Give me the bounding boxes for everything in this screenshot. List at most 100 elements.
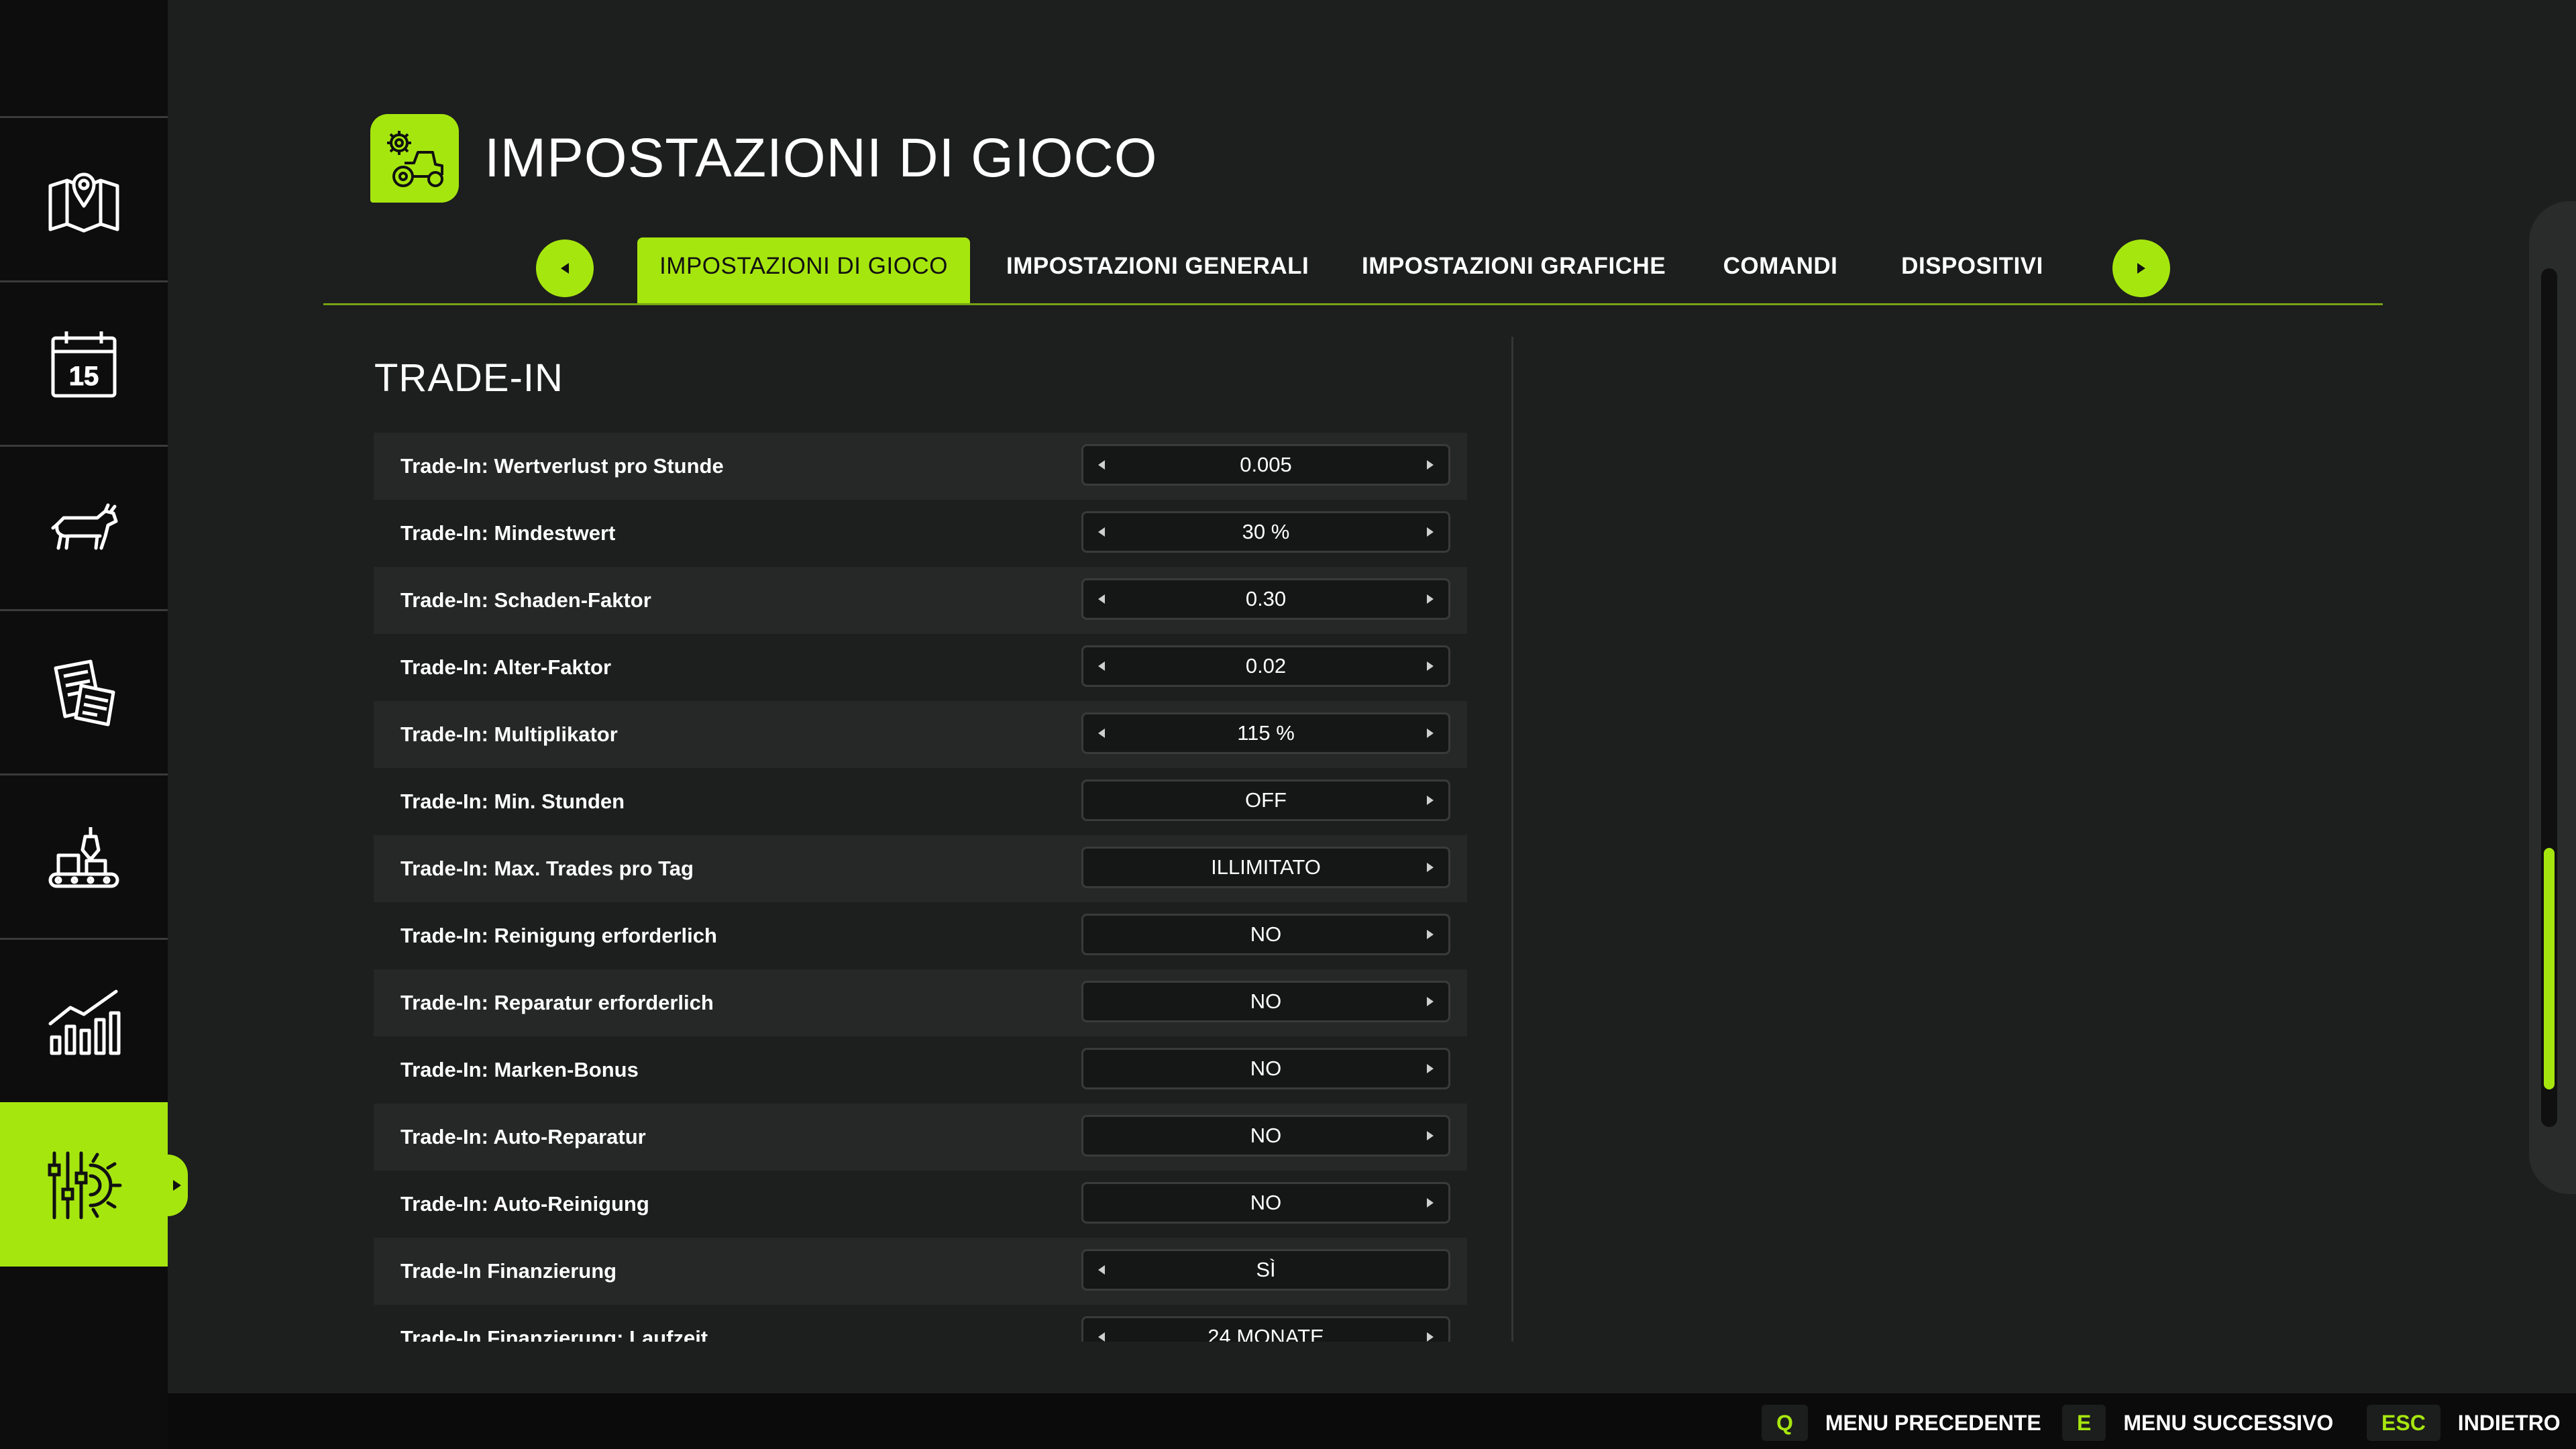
- setting-row[interactable]: Trade-In: Auto-Reparatur NO: [374, 1104, 1467, 1171]
- setting-label: Trade-In: Reinigung erforderlich: [400, 924, 717, 947]
- setting-selector[interactable]: 30 %: [1081, 511, 1450, 553]
- tab-game-settings[interactable]: IMPOSTAZIONI DI GIOCO: [637, 237, 970, 303]
- setting-label: Trade-In: Min. Stunden: [400, 790, 625, 813]
- setting-row[interactable]: Trade-In: Multiplikator 115 %: [374, 701, 1467, 768]
- arrow-right-icon: [2137, 263, 2145, 274]
- setting-label: Trade-In: Marken-Bonus: [400, 1058, 639, 1081]
- arrow-right-icon[interactable]: [1427, 796, 1434, 805]
- setting-value: ILLIMITATO: [1211, 855, 1321, 879]
- setting-value: NO: [1250, 1124, 1282, 1147]
- setting-selector[interactable]: 115 %: [1081, 712, 1450, 754]
- setting-selector[interactable]: NO: [1081, 1182, 1450, 1224]
- setting-row[interactable]: Trade-In: Mindestwert 30 %: [374, 500, 1467, 567]
- sidebar-item-animals[interactable]: [0, 445, 168, 609]
- setting-row[interactable]: Trade-In: Min. Stunden OFF: [374, 768, 1467, 835]
- setting-value: 0.005: [1240, 453, 1292, 476]
- setting-value: 115 %: [1237, 721, 1295, 745]
- sidebar-item-production[interactable]: [0, 773, 168, 938]
- arrow-right-icon[interactable]: [1427, 1131, 1434, 1140]
- arrow-left-icon[interactable]: [1098, 527, 1105, 537]
- tab-devices[interactable]: DISPOSITIVI: [1900, 237, 2045, 303]
- tab-prev-button[interactable]: [536, 239, 594, 297]
- arrow-right-icon[interactable]: [1427, 661, 1434, 671]
- setting-value: 24 MONATE: [1208, 1325, 1324, 1342]
- panel-divider: [1511, 337, 1513, 1342]
- hint-next-menu[interactable]: E MENU SUCCESSIVO: [2062, 1405, 2333, 1441]
- setting-row[interactable]: Trade-In: Alter-Faktor 0.02: [374, 634, 1467, 701]
- arrow-right-icon[interactable]: [1427, 1064, 1434, 1073]
- scrollbar-thumb[interactable]: [2544, 848, 2555, 1089]
- hint-prev-menu[interactable]: Q MENU PRECEDENTE: [1762, 1405, 2041, 1441]
- setting-label: Trade-In: Wertverlust pro Stunde: [400, 454, 724, 478]
- setting-row[interactable]: Trade-In: Marken-Bonus NO: [374, 1036, 1467, 1104]
- sidebar-item-contracts[interactable]: [0, 609, 168, 773]
- setting-label: Trade-In: Schaden-Faktor: [400, 588, 651, 612]
- setting-label: Trade-In: Auto-Reinigung: [400, 1192, 649, 1216]
- page-title: IMPOSTAZIONI DI GIOCO: [484, 127, 1158, 189]
- tab-graphics-settings[interactable]: IMPOSTAZIONI GRAFICHE: [1362, 237, 1666, 303]
- arrow-left-icon[interactable]: [1098, 661, 1105, 671]
- setting-label: Trade-In: Auto-Reparatur: [400, 1125, 646, 1148]
- contracts-icon: [54, 659, 115, 727]
- sidebar-item-statistics[interactable]: [0, 938, 168, 1102]
- arrow-right-icon[interactable]: [1427, 1198, 1434, 1208]
- sidebar-item-map[interactable]: [0, 116, 168, 280]
- setting-selector[interactable]: 0.30: [1081, 578, 1450, 620]
- setting-value: NO: [1250, 989, 1282, 1013]
- setting-selector[interactable]: 24 MONATE: [1081, 1316, 1450, 1342]
- setting-selector[interactable]: 0.005: [1081, 444, 1450, 486]
- setting-row[interactable]: Trade-In Finanzierung SÌ: [374, 1238, 1467, 1305]
- setting-row[interactable]: Trade-In: Reinigung erforderlich NO: [374, 902, 1467, 969]
- arrow-left-icon[interactable]: [1098, 460, 1105, 470]
- setting-selector[interactable]: NO: [1081, 1048, 1450, 1089]
- tab-general-settings[interactable]: IMPOSTAZIONI GENERALI: [1006, 237, 1309, 303]
- arrow-right-icon[interactable]: [1427, 594, 1434, 604]
- production-icon: [48, 827, 119, 888]
- arrow-left-icon[interactable]: [1098, 729, 1105, 738]
- setting-selector[interactable]: SÌ: [1081, 1249, 1450, 1291]
- setting-selector[interactable]: NO: [1081, 981, 1450, 1022]
- arrow-left-icon[interactable]: [1098, 594, 1105, 604]
- setting-row[interactable]: Trade-In: Auto-Reinigung NO: [374, 1171, 1467, 1238]
- setting-row[interactable]: Trade-In: Wertverlust pro Stunde 0.005: [374, 433, 1467, 500]
- key-badge: ESC: [2367, 1405, 2440, 1441]
- settings-list: Trade-In: Wertverlust pro Stunde 0.005 T…: [374, 433, 1467, 1342]
- setting-row[interactable]: Trade-In: Reparatur erforderlich NO: [374, 969, 1467, 1036]
- sidebar-item-settings[interactable]: [0, 1102, 188, 1267]
- setting-row[interactable]: Trade-In: Schaden-Faktor 0.30: [374, 567, 1467, 634]
- setting-selector[interactable]: 0.02: [1081, 645, 1450, 687]
- arrow-right-icon[interactable]: [1427, 863, 1434, 872]
- statistics-icon: [48, 989, 121, 1055]
- arrow-right-icon[interactable]: [1427, 527, 1434, 537]
- setting-selector[interactable]: OFF: [1081, 780, 1450, 821]
- arrow-right-icon[interactable]: [1427, 729, 1434, 738]
- active-indicator: [168, 1155, 188, 1216]
- hint-back[interactable]: ESC INDIETRO: [2367, 1405, 2561, 1441]
- sidebar-item-calendar[interactable]: 15: [0, 280, 168, 445]
- setting-value: 0.02: [1245, 654, 1287, 678]
- tab-controls[interactable]: COMANDI: [1721, 237, 1839, 303]
- page-icon: [370, 114, 459, 203]
- setting-value: 0.30: [1245, 587, 1287, 610]
- tab-next-button[interactable]: [2112, 239, 2170, 297]
- arrow-left-icon[interactable]: [1098, 1265, 1105, 1275]
- setting-value: NO: [1250, 1057, 1282, 1080]
- settings-icon: [48, 1151, 122, 1220]
- calendar-day-label: 15: [69, 362, 99, 391]
- setting-label: Trade-In: Alter-Faktor: [400, 655, 612, 679]
- setting-label: Trade-In: Reparatur erforderlich: [400, 991, 714, 1014]
- setting-value: NO: [1250, 1191, 1282, 1214]
- setting-selector[interactable]: NO: [1081, 1115, 1450, 1157]
- key-badge: Q: [1762, 1405, 1808, 1441]
- setting-label: Trade-In Finanzierung: Laufzeit: [400, 1326, 708, 1342]
- arrow-right-icon[interactable]: [1427, 460, 1434, 470]
- arrow-left-icon[interactable]: [1098, 1332, 1105, 1342]
- setting-row[interactable]: Trade-In: Max. Trades pro Tag ILLIMITATO: [374, 835, 1467, 902]
- arrow-right-icon[interactable]: [1427, 1332, 1434, 1342]
- setting-selector[interactable]: ILLIMITATO: [1081, 847, 1450, 888]
- arrow-right-icon[interactable]: [1427, 997, 1434, 1006]
- setting-value: OFF: [1245, 788, 1287, 812]
- setting-row[interactable]: Trade-In Finanzierung: Laufzeit 24 MONAT…: [374, 1305, 1467, 1342]
- arrow-right-icon[interactable]: [1427, 930, 1434, 939]
- setting-selector[interactable]: NO: [1081, 914, 1450, 955]
